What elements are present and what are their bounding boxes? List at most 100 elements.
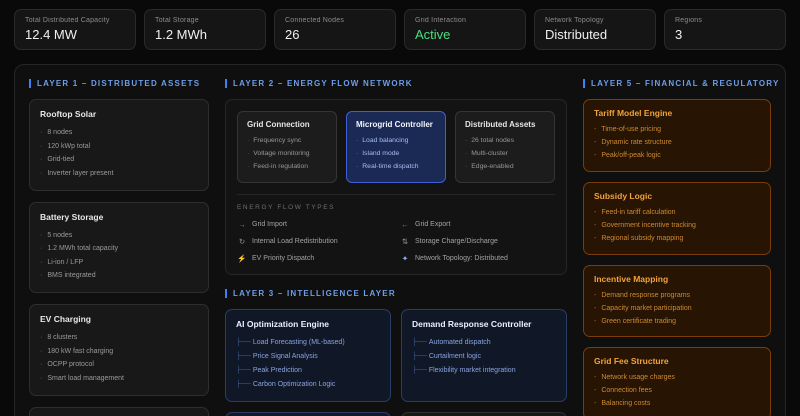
stat-label: Total Storage bbox=[155, 17, 255, 24]
stat-total-distributed-capacity: Total Distributed Capacity 12.4 MW bbox=[14, 9, 136, 50]
stat-label: Network Topology bbox=[545, 17, 645, 24]
flow-ev-priority-dispatch: ⚡ EV Priority Dispatch bbox=[237, 254, 392, 263]
list-item: 8 nodes bbox=[40, 126, 198, 140]
card-title: Incentive Mapping bbox=[594, 274, 760, 284]
dashboard-panel: LAYER 1 – DISTRIBUTED ASSETS Rooftop Sol… bbox=[14, 64, 786, 416]
list-item: Peak/off-peak logic bbox=[594, 150, 760, 163]
list-item: Smart load management bbox=[40, 372, 198, 386]
layer1-column: LAYER 1 – DISTRIBUTED ASSETS Rooftop Sol… bbox=[29, 77, 209, 416]
list-item: 26 total nodes bbox=[465, 135, 545, 148]
list-item: Dynamic rate structure bbox=[594, 137, 760, 150]
list-item: Government incentive tracking bbox=[594, 220, 760, 233]
list-item: Edge-enabled bbox=[465, 161, 545, 174]
card-subsidy-logic: Subsidy Logic Feed-in tariff calculation… bbox=[583, 182, 771, 255]
flow-label: Storage Charge/Discharge bbox=[415, 238, 498, 245]
list-item: Feed-in regulation bbox=[247, 161, 327, 174]
stat-value: Distributed bbox=[545, 27, 645, 42]
layer2-column: LAYER 2 – ENERGY FLOW NETWORK Grid Conne… bbox=[225, 77, 567, 416]
card-title: Subsidy Logic bbox=[594, 191, 760, 201]
flow-grid-export: ← Grid Export bbox=[400, 220, 555, 229]
flow-storage-charge-discharge: ⇅ Storage Charge/Discharge bbox=[400, 237, 555, 246]
list-item: Li-ion / LFP bbox=[40, 256, 198, 270]
list-item: Time-of-use pricing bbox=[594, 124, 760, 137]
stat-label: Connected Nodes bbox=[285, 17, 385, 24]
node-distributed-assets[interactable]: Distributed Assets 26 total nodes Multi-… bbox=[455, 111, 555, 183]
card-title: Rooftop Solar bbox=[40, 109, 198, 119]
node-microgrid-controller[interactable]: Microgrid Controller Load balancing Isla… bbox=[346, 111, 446, 183]
list-item: 180 kW fast charging bbox=[40, 345, 198, 359]
layer5-header: LAYER 5 – FINANCIAL & REGULATORY bbox=[583, 79, 771, 88]
flow-internal-redistribution: ↻ Internal Load Redistribution bbox=[237, 237, 392, 246]
card-battery-storage: Battery Storage 5 nodes 1.2 MWh total ca… bbox=[29, 202, 209, 294]
list-item: 1.2 MWh total capacity bbox=[40, 242, 198, 256]
stats-bar: Total Distributed Capacity 12.4 MW Total… bbox=[0, 0, 800, 50]
flow-label: Internal Load Redistribution bbox=[252, 238, 338, 245]
layer1-header: LAYER 1 – DISTRIBUTED ASSETS bbox=[29, 79, 209, 88]
layer5-column: LAYER 5 – FINANCIAL & REGULATORY Tariff … bbox=[583, 77, 771, 416]
card-title: EV Charging bbox=[40, 314, 198, 324]
list-item: Regional subsidy mapping bbox=[594, 233, 760, 246]
list-item: Multi-cluster bbox=[465, 148, 545, 161]
stat-connected-nodes: Connected Nodes 26 bbox=[274, 9, 396, 50]
stat-value: 12.4 MW bbox=[25, 27, 125, 42]
card-grid-fee-structure: Grid Fee Structure Network usage charges… bbox=[583, 347, 771, 416]
status-badge: Active bbox=[415, 27, 515, 42]
stat-value: 26 bbox=[285, 27, 385, 42]
list-item: 8 clusters bbox=[40, 331, 198, 345]
card-ai-optimization-engine: AI Optimization Engine Load Forecasting … bbox=[225, 309, 391, 402]
stat-network-topology: Network Topology Distributed bbox=[534, 9, 656, 50]
stat-label: Total Distributed Capacity bbox=[25, 17, 125, 24]
energy-flow-types: ENERGY FLOW TYPES → Grid Import ← Grid E… bbox=[237, 194, 555, 263]
list-item: BMS integrated bbox=[40, 269, 198, 283]
stat-grid-interaction: Grid Interaction Active bbox=[404, 9, 526, 50]
tree-item: Load Forecasting (ML-based) bbox=[236, 336, 380, 350]
list-item: Load balancing bbox=[356, 135, 436, 148]
topology-icon: ✦ bbox=[400, 254, 410, 263]
flow-label: Grid Import bbox=[252, 221, 287, 228]
tree-item: Price Signal Analysis bbox=[236, 350, 380, 364]
layer3-header: LAYER 3 – INTELLIGENCE LAYER bbox=[225, 289, 567, 298]
card-incentive-mapping: Incentive Mapping Demand response progra… bbox=[583, 265, 771, 338]
card-demand-response-controller: Demand Response Controller Automated dis… bbox=[401, 309, 567, 402]
arrow-left-icon: ← bbox=[400, 220, 410, 229]
tree-item: Automated dispatch bbox=[412, 336, 556, 350]
flow-types-grid: → Grid Import ← Grid Export ↻ Internal L… bbox=[237, 220, 555, 263]
stat-value: 1.2 MWh bbox=[155, 27, 255, 42]
stat-total-storage: Total Storage 1.2 MWh bbox=[144, 9, 266, 50]
intelligence-grid: AI Optimization Engine Load Forecasting … bbox=[225, 309, 567, 416]
list-item: Connection fees bbox=[594, 385, 760, 398]
stat-label: Regions bbox=[675, 17, 775, 24]
tree-item: Carbon Optimization Logic bbox=[236, 378, 380, 392]
layer2-header: LAYER 2 – ENERGY FLOW NETWORK bbox=[225, 79, 567, 88]
node-title: Microgrid Controller bbox=[356, 120, 436, 129]
list-item: Frequency sync bbox=[247, 135, 327, 148]
tree-item: Flexibility market integration bbox=[412, 364, 556, 378]
card-performance-metrics: Performance Metrics bbox=[401, 412, 567, 416]
list-item: Voltage monitoring bbox=[247, 148, 327, 161]
stat-regions: Regions 3 bbox=[664, 9, 786, 50]
lightning-icon: ⚡ bbox=[237, 254, 247, 263]
list-item: Demand response programs bbox=[594, 290, 760, 303]
card-title: Demand Response Controller bbox=[412, 319, 556, 329]
stat-label: Grid Interaction bbox=[415, 17, 515, 24]
list-item: OCPP protocol bbox=[40, 358, 198, 372]
node-row: Grid Connection Frequency sync Voltage m… bbox=[237, 111, 555, 183]
arrow-right-icon: → bbox=[237, 220, 247, 229]
tree-item: Curtailment logic bbox=[412, 350, 556, 364]
list-item: 5 nodes bbox=[40, 229, 198, 243]
flow-network-topology: ✦ Network Topology: Distributed bbox=[400, 254, 555, 263]
card-energy-trading-logic: Energy Trading Logic bbox=[225, 412, 391, 416]
list-item: Network usage charges bbox=[594, 372, 760, 385]
list-item: Inverter layer present bbox=[40, 167, 198, 181]
node-grid-connection[interactable]: Grid Connection Frequency sync Voltage m… bbox=[237, 111, 337, 183]
card-title: Grid Fee Structure bbox=[594, 356, 760, 366]
flow-label: Grid Export bbox=[415, 221, 450, 228]
stat-value: 3 bbox=[675, 27, 775, 42]
flow-grid-import: → Grid Import bbox=[237, 220, 392, 229]
list-item: Capacity market participation bbox=[594, 303, 760, 316]
card-smart-buildings: Smart Buildings 4 buildings bbox=[29, 407, 209, 416]
card-title: AI Optimization Engine bbox=[236, 319, 380, 329]
card-title: Battery Storage bbox=[40, 212, 198, 222]
card-title: Tariff Model Engine bbox=[594, 108, 760, 118]
card-rooftop-solar: Rooftop Solar 8 nodes 120 kWp total Grid… bbox=[29, 99, 209, 191]
